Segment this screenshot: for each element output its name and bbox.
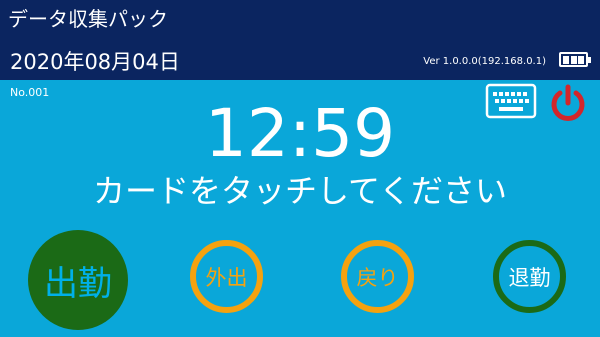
app-title: データ収集パック [8, 7, 168, 31]
clock-out-button[interactable]: 退勤 [493, 240, 566, 313]
version-info: Ver 1.0.0.0(192.168.0.1) [423, 56, 546, 67]
return-button[interactable]: 戻り [341, 240, 414, 313]
header-bar: データ収集パック 2020年08月04日 Ver 1.0.0.0(192.168… [0, 0, 600, 80]
go-out-button[interactable]: 外出 [190, 240, 263, 313]
clock-display: 12:59 [204, 95, 396, 172]
battery-full-icon [559, 52, 591, 67]
touch-card-prompt: カードをタッチしてください [92, 172, 508, 210]
clock-in-button[interactable]: 出勤 [28, 230, 128, 330]
date-display: 2020年08月04日 [10, 50, 180, 74]
